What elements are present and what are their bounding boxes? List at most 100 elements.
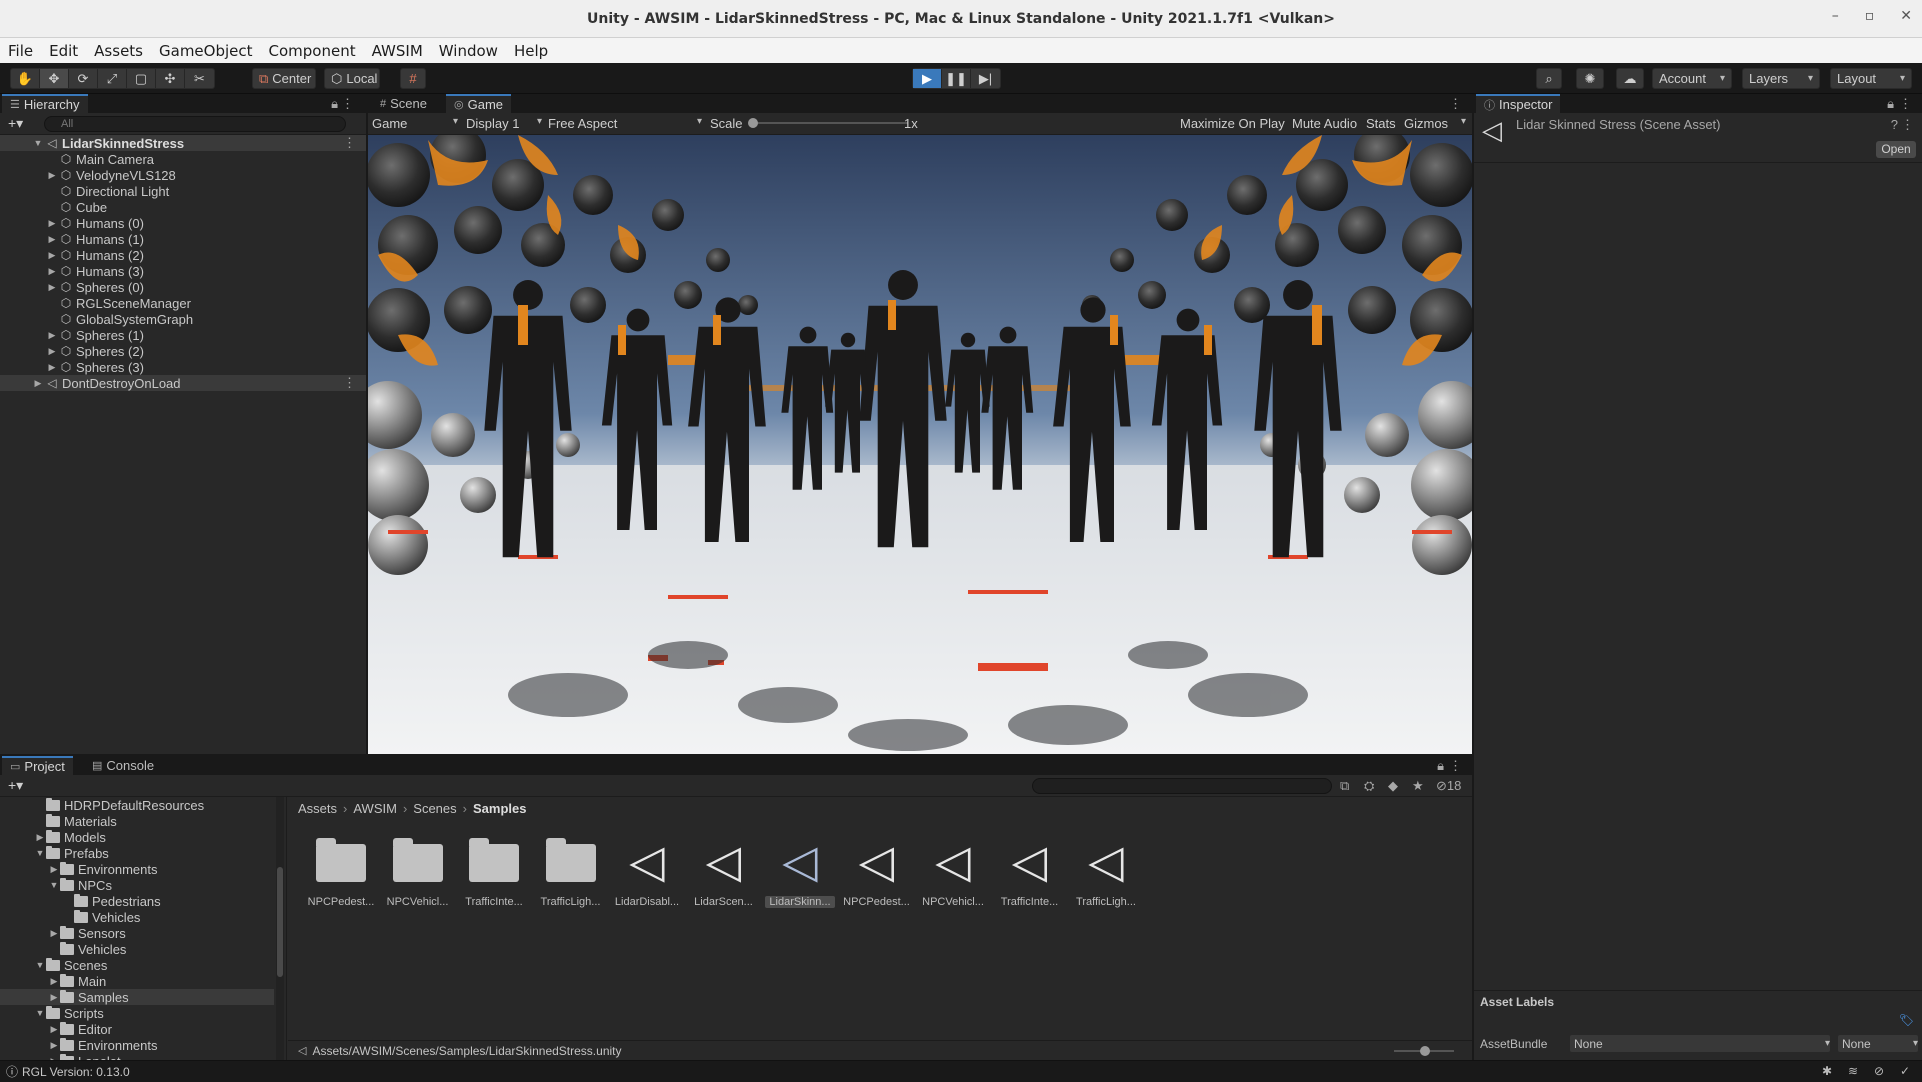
- pivot-toggle[interactable]: ⧉ Center: [252, 68, 316, 89]
- asset-folder[interactable]: NPCPedest...: [306, 832, 376, 908]
- expand-arrow-icon[interactable]: ▶: [46, 362, 58, 373]
- project-more-icon[interactable]: ⋮: [1449, 758, 1462, 774]
- layout-dropdown[interactable]: Layout: [1830, 68, 1912, 89]
- search-icon[interactable]: ⌕: [1536, 68, 1562, 89]
- hidden-packages-icon[interactable]: ⊘18: [1436, 778, 1461, 794]
- folder-tree-item[interactable]: ▶ Editor: [0, 1021, 274, 1037]
- menu-edit[interactable]: Edit: [41, 42, 86, 60]
- expand-arrow-icon[interactable]: ▶: [48, 992, 60, 1003]
- icon-size-slider[interactable]: [1394, 1046, 1454, 1056]
- hierarchy-scene-root[interactable]: ▼ ◁ LidarSkinnedStress ⋮: [0, 135, 366, 151]
- view-select[interactable]: Game: [372, 116, 458, 131]
- space-toggle[interactable]: ⬡ Local: [324, 68, 380, 89]
- bug-icon[interactable]: ✱: [1822, 1064, 1832, 1078]
- expand-arrow-icon[interactable]: ▶: [48, 928, 60, 939]
- check-icon[interactable]: ✓: [1900, 1064, 1910, 1078]
- expand-arrow-icon[interactable]: ▶: [48, 864, 60, 875]
- breadcrumb-awsim[interactable]: AWSIM: [353, 801, 397, 816]
- asset-scene[interactable]: ◁ TrafficLigh...: [1071, 832, 1141, 908]
- maximize-on-play-toggle[interactable]: Maximize On Play: [1180, 116, 1285, 131]
- create-icon[interactable]: +▾: [8, 777, 23, 794]
- minimize-icon[interactable]: –: [1832, 8, 1839, 24]
- transform-tool-icon[interactable]: ✣: [156, 69, 185, 88]
- folder-tree-item[interactable]: Vehicles: [0, 909, 274, 925]
- pause-icon[interactable]: ❚❚: [942, 69, 971, 88]
- assetbundle-dropdown[interactable]: None: [1570, 1035, 1830, 1052]
- asset-scene[interactable]: ◁ NPCPedest...: [842, 832, 912, 908]
- hierarchy-item[interactable]: ⬡ Directional Light: [0, 183, 366, 199]
- menu-help[interactable]: Help: [506, 42, 556, 60]
- lock-icon[interactable]: 🔒︎: [331, 96, 338, 112]
- menu-window[interactable]: Window: [431, 42, 506, 60]
- mute-audio-toggle[interactable]: Mute Audio: [1292, 116, 1357, 131]
- hierarchy-item[interactable]: ▶ ⬡ Spheres (2): [0, 343, 366, 359]
- tab-inspector[interactable]: ⓘ Inspector: [1476, 94, 1561, 113]
- hierarchy-item[interactable]: ▶ ⬡ Humans (2): [0, 247, 366, 263]
- expand-arrow-icon[interactable]: ▼: [32, 138, 44, 148]
- hierarchy-item[interactable]: ▶ ⬡ Spheres (3): [0, 359, 366, 375]
- folder-tree-item[interactable]: Pedestrians: [0, 893, 274, 909]
- menu-awsim[interactable]: AWSIM: [364, 42, 431, 60]
- folder-tree-item[interactable]: ▶ Samples: [0, 989, 274, 1005]
- menu-file[interactable]: File: [0, 42, 41, 60]
- expand-arrow-icon[interactable]: ▶: [46, 234, 58, 245]
- hierarchy-item[interactable]: ▶ ⬡ Humans (1): [0, 231, 366, 247]
- breadcrumb-scenes[interactable]: Scenes: [413, 801, 456, 816]
- rect-tool-icon[interactable]: ▢: [127, 69, 156, 88]
- tree-scrollbar[interactable]: [276, 797, 284, 1060]
- play-icon[interactable]: ▶: [913, 69, 942, 88]
- hierarchy-item[interactable]: ▶ ⬡ Spheres (0): [0, 279, 366, 295]
- expand-arrow-icon[interactable]: ▼: [34, 848, 46, 858]
- folder-tree-item[interactable]: HDRPDefaultResources: [0, 797, 274, 813]
- cloud-icon[interactable]: ☁: [1616, 68, 1644, 89]
- expand-arrow-icon[interactable]: ▶: [46, 170, 58, 181]
- hierarchy-dontdestroy[interactable]: ▶ ◁ DontDestroyOnLoad ⋮: [0, 375, 366, 391]
- folder-tree-item[interactable]: ▶ Main: [0, 973, 274, 989]
- breadcrumb-samples[interactable]: Samples: [473, 801, 526, 816]
- custom-tool-icon[interactable]: ✂: [185, 69, 214, 88]
- folder-tree-item[interactable]: ▶ Sensors: [0, 925, 274, 941]
- expand-arrow-icon[interactable]: ▶: [46, 330, 58, 341]
- expand-arrow-icon[interactable]: ▶: [32, 378, 44, 389]
- rotate-tool-icon[interactable]: ⟳: [69, 69, 98, 88]
- expand-arrow-icon[interactable]: ▼: [48, 880, 60, 890]
- scale-slider[interactable]: [748, 118, 908, 128]
- expand-arrow-icon[interactable]: ▶: [48, 1024, 60, 1035]
- expand-arrow-icon[interactable]: ▼: [34, 960, 46, 970]
- folder-tree-item[interactable]: ▼ NPCs: [0, 877, 274, 893]
- account-dropdown[interactable]: Account: [1652, 68, 1732, 89]
- menu-gameobject[interactable]: GameObject: [151, 42, 261, 60]
- asset-folder[interactable]: NPCVehicl...: [383, 832, 453, 908]
- inspector-more-icon[interactable]: ⋮: [1899, 96, 1912, 112]
- expand-arrow-icon[interactable]: ▶: [46, 346, 58, 357]
- asset-scene[interactable]: ◁ LidarScen...: [689, 832, 759, 908]
- search-by-label-icon[interactable]: ⛭: [1364, 778, 1374, 794]
- expand-arrow-icon[interactable]: ▶: [46, 218, 58, 229]
- expand-arrow-icon[interactable]: ▶: [46, 250, 58, 261]
- tab-project[interactable]: ▭ Project: [2, 756, 73, 775]
- hierarchy-item[interactable]: ⬡ GlobalSystemGraph: [0, 311, 366, 327]
- grid-snap-icon[interactable]: #: [400, 68, 426, 89]
- favorite-icon[interactable]: ★: [1412, 778, 1424, 794]
- scale-tool-icon[interactable]: ⤢: [98, 69, 127, 88]
- tab-scene[interactable]: # Scene: [372, 94, 435, 113]
- expand-arrow-icon[interactable]: ▶: [48, 976, 60, 987]
- expand-arrow-icon[interactable]: ▶: [48, 1040, 60, 1051]
- hierarchy-item[interactable]: ⬡ Cube: [0, 199, 366, 215]
- project-splitter[interactable]: [286, 797, 287, 1060]
- folder-tree-item[interactable]: ▶ Environments: [0, 1037, 274, 1053]
- folder-tree-item[interactable]: ▼ Scripts: [0, 1005, 274, 1021]
- search-by-type-icon[interactable]: ⧉: [1340, 778, 1349, 794]
- breadcrumb-assets[interactable]: Assets: [298, 801, 337, 816]
- asset-scene[interactable]: ◁ TrafficInte...: [995, 832, 1065, 908]
- icon-size-slider-thumb[interactable]: [1420, 1046, 1430, 1056]
- dontdestroy-menu-icon[interactable]: ⋮: [343, 375, 356, 391]
- stats-toggle[interactable]: Stats: [1366, 116, 1396, 131]
- game-more-icon[interactable]: ⋮: [1449, 96, 1462, 112]
- progress-icon[interactable]: ≋: [1848, 1064, 1858, 1078]
- hierarchy-item[interactable]: ▶ ⬡ Humans (3): [0, 263, 366, 279]
- hierarchy-item[interactable]: ▶ ⬡ Spheres (1): [0, 327, 366, 343]
- scene-menu-icon[interactable]: ⋮: [343, 135, 356, 151]
- folder-tree-item[interactable]: ▶ Models: [0, 829, 274, 845]
- project-lock-icon[interactable]: 🔒︎: [1437, 758, 1444, 774]
